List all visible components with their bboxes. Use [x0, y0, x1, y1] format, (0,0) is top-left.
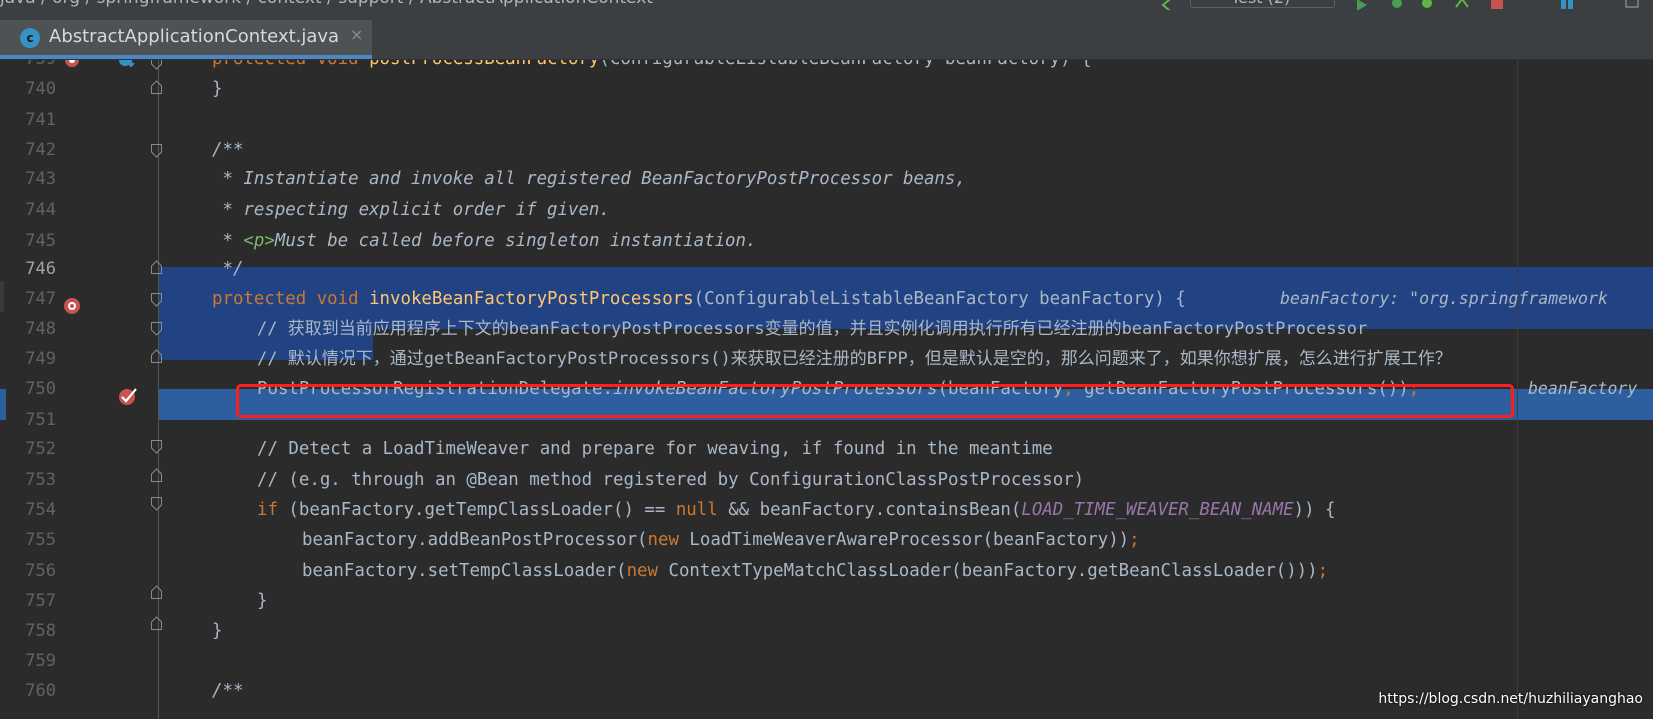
window-icon[interactable] — [1625, 0, 1639, 8]
line-number: 743 — [25, 169, 56, 189]
keyword: protected void — [212, 289, 370, 309]
code-line[interactable]: 753 // (e.g. through an @Bean method reg… — [0, 465, 1653, 496]
doc-comment: * Instantiate and invoke all registered … — [212, 169, 966, 189]
line-number: 741 — [25, 110, 56, 130]
breadcrumb[interactable]: java / org / springframework / context /… — [0, 0, 653, 8]
line-number: 759 — [25, 651, 56, 671]
back-arrow-icon[interactable] — [1160, 0, 1174, 10]
line-number: 752 — [25, 439, 56, 459]
code-text: (beanFactory.getTempClassLoader() == — [288, 500, 676, 520]
code-line[interactable]: 752 // Detect a LoadTimeWeaver and prepa… — [0, 434, 1653, 465]
line-number: 748 — [25, 319, 56, 339]
line-comment: // Detect a LoadTimeWeaver and prepare f… — [257, 439, 1053, 459]
keyword: new — [626, 561, 669, 581]
doc-comment: */ — [212, 259, 244, 279]
layout-icon[interactable] — [1560, 0, 1574, 9]
line-number: 751 — [25, 410, 56, 430]
method-name: postProcessBeanFactory — [369, 60, 599, 69]
debug-icon[interactable] — [1390, 0, 1404, 8]
code-line[interactable]: 759 — [0, 646, 1653, 677]
method-name: invokeBeanFactoryPostProcessors — [369, 289, 694, 309]
annotation-highlight-box — [236, 384, 1514, 418]
watermark: https://blog.csdn.net/huzhiliayanghao — [1378, 691, 1643, 707]
doc-comment: /** — [212, 681, 244, 701]
code-editor[interactable]: 739 protected void postProcessBeanFactor… — [0, 60, 1653, 719]
code-line[interactable]: 740 } — [0, 74, 1653, 105]
tab-abstract-application-context[interactable]: c AbstractApplicationContext.java × — [0, 20, 372, 59]
doc-html-tag: <p> — [243, 231, 275, 251]
code-line[interactable]: 757 } — [0, 586, 1653, 617]
line-number: 758 — [25, 621, 56, 641]
code-text: LoadTimeWeaverAwareProcessor(beanFactory… — [689, 530, 1130, 550]
stop-icon[interactable] — [1490, 0, 1504, 9]
line-number: 740 — [25, 79, 56, 99]
coverage-icon[interactable] — [1420, 0, 1434, 8]
code-line[interactable]: 756 beanFactory.setTempClassLoader(new C… — [0, 556, 1653, 587]
code-line[interactable]: 741 — [0, 105, 1653, 136]
line-number: 760 — [25, 681, 56, 701]
code-text: (ConfigurableListableBeanFactory beanFac… — [693, 289, 1186, 309]
navigation-toolbar: java / org / springframework / context /… — [0, 0, 1653, 10]
keyword: if — [257, 500, 289, 520]
doc-comment: Must be called before singleton instanti… — [274, 231, 757, 251]
line-number: 750 — [25, 379, 56, 399]
editor-tab-bar: c AbstractApplicationContext.java × — [0, 10, 1653, 60]
line-number: 756 — [25, 561, 56, 581]
line-number: 757 — [25, 591, 56, 611]
inline-debug-value: beanFactory: "org.springframework — [1280, 289, 1608, 308]
run-icon[interactable] — [1355, 0, 1369, 10]
code-line[interactable]: 758 } — [0, 616, 1653, 647]
line-comment: // (e.g. through an @Bean method registe… — [257, 470, 1085, 490]
line-number: 747 — [25, 289, 56, 309]
java-class-icon: c — [20, 28, 40, 48]
line-number: 744 — [25, 200, 56, 220]
line-number: 742 — [25, 140, 56, 160]
doc-comment: /** — [212, 140, 244, 160]
inline-debug-value: beanFactory — [1528, 379, 1638, 398]
doc-comment: * — [212, 231, 244, 251]
keyword: protected void — [212, 60, 369, 69]
line-number: 754 — [25, 500, 56, 520]
close-icon[interactable]: × — [350, 25, 363, 44]
line-number: 746 — [25, 259, 56, 279]
line-comment: // 获取到当前应用程序上下文的beanFactoryPostProcessor… — [257, 319, 1368, 339]
code-line[interactable]: 743 * Instantiate and invoke all registe… — [0, 164, 1653, 195]
code-text: beanFactory.addBeanPostProcessor( — [302, 530, 648, 550]
code-text: } — [212, 621, 223, 641]
semicolon: ; — [1317, 561, 1329, 581]
code-line[interactable]: 749 // 默认情况下，通过getBeanFactoryPostProcess… — [0, 344, 1653, 375]
code-line[interactable]: 748 // 获取到当前应用程序上下文的beanFactoryPostProce… — [0, 314, 1653, 345]
line-number: 749 — [25, 349, 56, 369]
constant: LOAD_TIME_WEAVER_BEAN_NAME — [1021, 500, 1294, 520]
code-text: } — [257, 591, 268, 611]
code-line[interactable]: 747 protected void invokeBeanFactoryPost… — [0, 284, 1653, 315]
keyword: null — [675, 500, 718, 520]
code-text: && beanFactory.containsBean( — [717, 500, 1022, 520]
line-number: 739 — [0, 60, 56, 71]
code-line[interactable]: 739 protected void postProcessBeanFactor… — [0, 60, 1653, 75]
line-number: 753 — [25, 470, 56, 490]
semicolon: ; — [1129, 530, 1140, 550]
code-text: beanFactory.setTempClassLoader( — [302, 561, 627, 581]
line-number: 745 — [25, 231, 56, 251]
code-line[interactable]: 745 * <p>Must be called before singleton… — [0, 226, 1653, 257]
code-text: )) { — [1293, 500, 1336, 520]
keyword: new — [647, 530, 690, 550]
doc-comment: * respecting explicit order if given. — [212, 200, 610, 220]
code-text: ContextTypeMatchClassLoader(beanFactory.… — [668, 561, 1318, 581]
line-comment: // 默认情况下，通过getBeanFactoryPostProcessors(… — [257, 349, 1452, 369]
code-text: (ConfigurableListableBeanFactory beanFac… — [599, 60, 1091, 69]
code-line[interactable]: 746 */ — [0, 254, 1653, 285]
run-configuration-select[interactable]: Test (2) — [1190, 0, 1335, 8]
line-number: 755 — [25, 530, 56, 550]
profile-icon[interactable] — [1455, 0, 1469, 8]
tab-label: AbstractApplicationContext.java — [49, 26, 340, 47]
code-line[interactable]: 755 beanFactory.addBeanPostProcessor(new… — [0, 525, 1653, 556]
code-text: } — [212, 79, 223, 99]
code-line[interactable]: 744 * respecting explicit order if given… — [0, 195, 1653, 226]
code-line[interactable]: 754 if (beanFactory.getTempClassLoader()… — [0, 495, 1653, 526]
code-line[interactable]: 742 /** — [0, 135, 1653, 166]
